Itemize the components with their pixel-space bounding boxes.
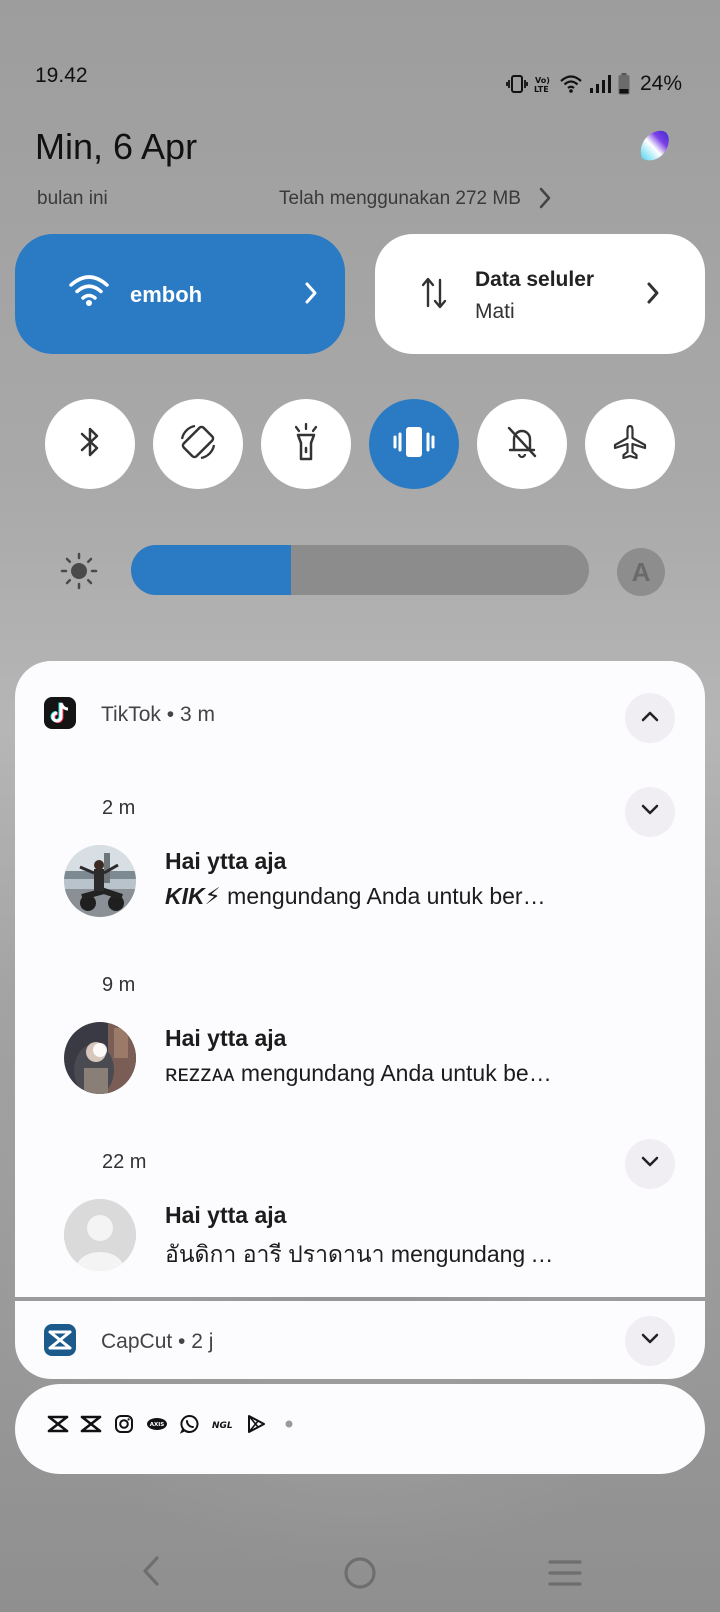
expand-button[interactable] <box>625 1316 675 1366</box>
brightness-icon <box>60 552 98 595</box>
notification-time: 22 m <box>102 1151 147 1173</box>
app-name: CapCut <box>101 1330 173 1353</box>
capcut-icon <box>47 1413 69 1435</box>
notification-message: mengundang Anda untuk bergabung <box>240 1060 555 1086</box>
separator-dot: • <box>178 1330 192 1353</box>
battery-percent: 24% <box>639 72 682 95</box>
date-label: Min, 6 Apr <box>35 126 198 167</box>
do-not-disturb-toggle[interactable] <box>477 399 567 489</box>
wifi-icon <box>560 74 582 94</box>
instagram-icon <box>113 1413 135 1435</box>
capcut-header: CapCut • 2 j <box>101 1330 213 1354</box>
more-dot-icon <box>278 1413 300 1435</box>
notification-sender: KIK⚡ <box>165 883 221 909</box>
chevron-down-icon <box>640 1155 660 1174</box>
usage-text[interactable]: Telah menggunakan 272 MB <box>279 188 521 210</box>
avatar <box>64 845 136 917</box>
app-name: TikTok <box>101 703 161 726</box>
tiktok-notification-group[interactable]: TikTok • 3 m 2 m Hai ytta aja KIK⚡ mengu… <box>15 661 705 1297</box>
svg-text:NGL: NGL <box>212 1421 233 1430</box>
notification-message: อันดิกา อารี ปราดานา mengundang Anda unt… <box>165 1241 555 1267</box>
usage-period: bulan ini <box>37 188 108 209</box>
bluetooth-toggle[interactable] <box>45 399 135 489</box>
notification-sender: ʀᴇᴢᴢᴀᴀ <box>165 1060 235 1086</box>
chevron-right-icon <box>303 280 319 311</box>
svg-text:LTE: LTE <box>534 85 549 94</box>
bluetooth-icon <box>76 424 104 465</box>
auto-rotate-toggle[interactable] <box>153 399 243 489</box>
volte-icon: Vo) LTE <box>534 74 554 94</box>
mobile-data-title: Data seluler <box>475 268 595 291</box>
flashlight-toggle[interactable] <box>261 399 351 489</box>
home-icon <box>343 1557 377 1594</box>
capcut-icon <box>44 1324 76 1356</box>
notification-age: 3 m <box>179 703 215 726</box>
assistant-orb-icon[interactable] <box>636 128 672 164</box>
ngl-icon: NGL <box>212 1413 234 1435</box>
vibrate-icon <box>392 424 436 465</box>
tiktok-header: TikTok • 3 m <box>101 703 215 727</box>
signal-icon <box>588 74 612 94</box>
data-arrows-icon <box>421 276 447 315</box>
chevron-down-icon <box>640 1332 660 1351</box>
avatar <box>64 1022 136 1094</box>
capcut-icon <box>80 1413 102 1435</box>
nav-home-button[interactable] <box>343 1556 377 1595</box>
expand-button[interactable] <box>625 787 675 837</box>
wifi-tile[interactable]: emboh <box>15 234 345 354</box>
notification-title: Hai ytta aja <box>165 1202 287 1228</box>
expand-button[interactable] <box>625 1139 675 1189</box>
notification-time: 2 m <box>102 797 136 819</box>
menu-icon <box>548 1560 582 1592</box>
whatsapp-icon <box>179 1413 201 1435</box>
notification-text: ʀᴇᴢᴢᴀᴀ mengundang Anda untuk bergabung <box>165 1060 555 1087</box>
notification-title: Hai ytta aja <box>165 848 287 874</box>
nav-recents-button[interactable] <box>548 1558 582 1593</box>
rotate-icon <box>178 422 218 467</box>
mobile-data-tile[interactable]: Data seluler Mati <box>375 234 705 354</box>
notification-text: อันดิกา อารี ปราดานา mengundang Anda unt… <box>165 1237 555 1273</box>
wifi-icon <box>69 272 109 313</box>
brightness-level-fill <box>131 545 291 595</box>
chevron-right-icon <box>645 280 661 311</box>
battery-icon <box>618 73 630 95</box>
play-store-icon <box>245 1413 267 1435</box>
capcut-notification[interactable]: CapCut • 2 j <box>15 1301 705 1379</box>
more-notifications-icons: AXIS NGL <box>47 1413 300 1435</box>
tiktok-icon <box>44 697 76 729</box>
notification-text: KIK⚡ mengundang Anda untuk bergabung <box>165 883 555 910</box>
status-icons: Vo) LTE 24% <box>506 72 682 96</box>
svg-text:AXIS: AXIS <box>150 1422 165 1428</box>
brightness-slider[interactable] <box>131 545 589 595</box>
vibrate-toggle[interactable] <box>369 399 459 489</box>
notification-time: 9 m <box>102 974 136 996</box>
status-time: 19.42 <box>35 64 88 87</box>
auto-brightness-button[interactable]: A <box>617 548 665 596</box>
mobile-data-status: Mati <box>475 300 515 323</box>
airplane-icon <box>611 423 649 466</box>
notification-message: mengundang Anda untuk bergabung <box>227 883 555 909</box>
bell-off-icon <box>504 423 540 466</box>
collapse-button[interactable] <box>625 693 675 743</box>
back-icon <box>140 1556 162 1592</box>
notification-title: Hai ytta aja <box>165 1025 287 1051</box>
axis-icon: AXIS <box>146 1413 168 1435</box>
svg-text:Vo): Vo) <box>535 76 550 85</box>
airplane-mode-toggle[interactable] <box>585 399 675 489</box>
avatar <box>64 1199 136 1271</box>
vibrate-icon <box>506 74 528 94</box>
chevron-right-icon[interactable] <box>538 186 552 215</box>
nav-back-button[interactable] <box>140 1554 162 1593</box>
separator-dot: • <box>166 703 180 726</box>
notification-age: 2 j <box>191 1330 214 1353</box>
wifi-network-name: emboh <box>130 282 203 307</box>
chevron-down-icon <box>640 803 660 822</box>
chevron-up-icon <box>640 709 660 728</box>
flashlight-icon <box>290 422 322 467</box>
